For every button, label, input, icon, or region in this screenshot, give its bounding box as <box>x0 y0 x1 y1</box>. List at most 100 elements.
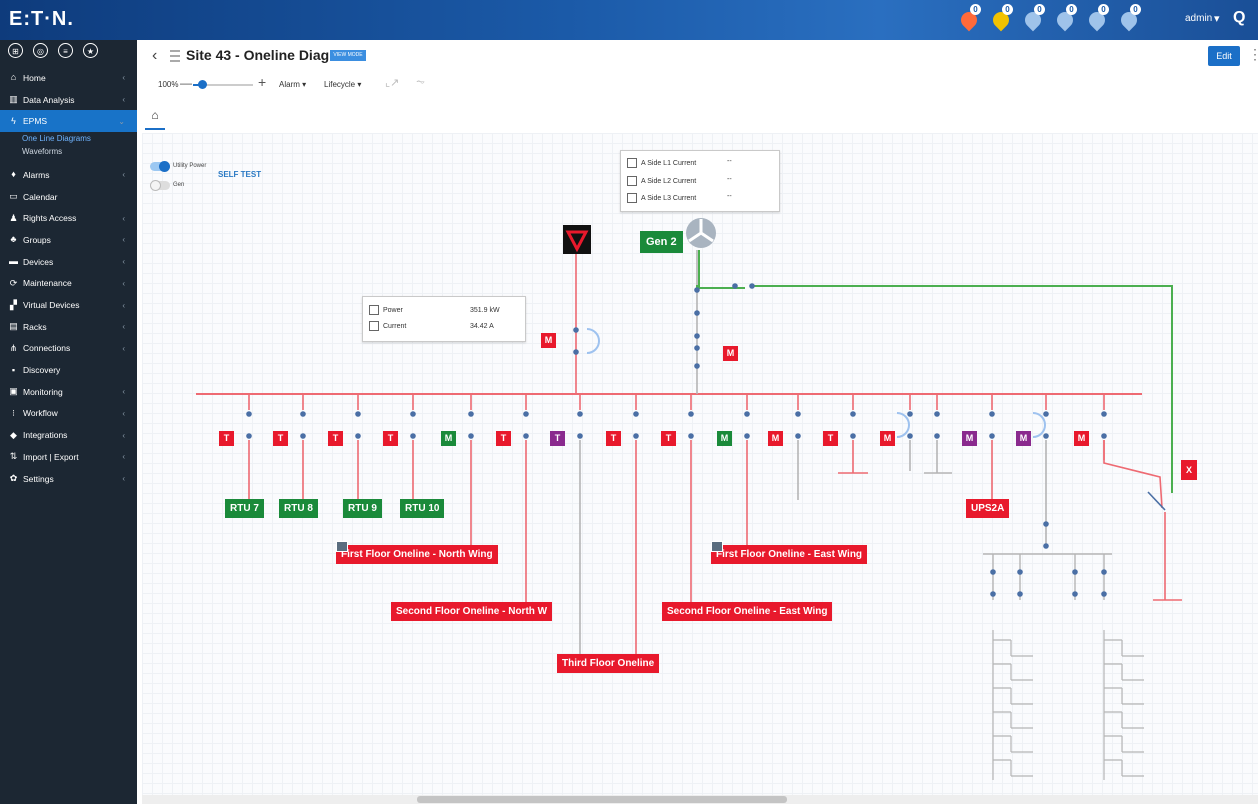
zoom-in-button[interactable]: + <box>258 74 266 90</box>
breaker-m-14[interactable]: M <box>1016 431 1031 446</box>
chevron-icon: ‹ <box>122 452 125 462</box>
x-box[interactable]: X <box>1181 460 1197 480</box>
breaker-m-9[interactable]: M <box>717 431 732 446</box>
breaker-t-1[interactable]: T <box>273 431 288 446</box>
breaker-m-13[interactable]: M <box>962 431 977 446</box>
zoom-out-button[interactable]: — <box>180 76 192 90</box>
sidebar-item-label: Settings <box>23 473 54 484</box>
breaker-t-6[interactable]: T <box>550 431 565 446</box>
breaker-t-3[interactable]: T <box>383 431 398 446</box>
self-test-button[interactable]: SELF TEST <box>218 170 261 179</box>
current-row[interactable]: A Side L3 Current <box>627 193 696 203</box>
star-icon[interactable]: ★ <box>83 43 98 58</box>
home-tab-icon[interactable]: ⌂ <box>145 108 165 128</box>
list-icon[interactable]: ≡ <box>58 43 73 58</box>
chevron-icon: ‹ <box>122 408 125 418</box>
current-value: -- <box>727 158 732 165</box>
breaker-t-8[interactable]: T <box>661 431 676 446</box>
gen-toggle[interactable] <box>150 180 170 191</box>
breaker-t-11[interactable]: T <box>823 431 838 446</box>
sidebar-item-alarms[interactable]: ♦ Alarms ‹ <box>0 164 137 186</box>
compass-icon[interactable]: ◎ <box>33 43 48 58</box>
chevron-down-icon[interactable]: ▾ <box>1214 12 1220 25</box>
zoom-slider[interactable] <box>193 80 253 89</box>
sidebar-item-connections[interactable]: ⋔ Connections ‹ <box>0 338 137 360</box>
checkbox[interactable] <box>627 176 637 186</box>
sidebar-item-label: Connections <box>23 343 71 354</box>
rtu-label[interactable]: RTU 7 <box>225 499 264 518</box>
rtu-label[interactable]: RTU 9 <box>343 499 382 518</box>
floor-second-east[interactable]: Second Floor Oneline - East Wing <box>662 602 833 621</box>
sidebar-item-rights-access[interactable]: ♟ Rights Access ‹ <box>0 207 137 229</box>
gen-2-label[interactable]: Gen 2 <box>640 231 683 253</box>
line-chart-icon[interactable]: ⌞↗ <box>385 76 399 89</box>
utility-power-label: Utility Power <box>173 163 207 169</box>
checkbox[interactable] <box>369 305 379 315</box>
breaker-t-5[interactable]: T <box>496 431 511 446</box>
diagram-canvas[interactable] <box>142 133 1258 795</box>
rtu-label[interactable]: RTU 8 <box>279 499 318 518</box>
sidebar-item-settings[interactable]: ✿ Settings ‹ <box>0 468 137 490</box>
sidebar: ⊞ ◎ ≡ ★ ⌂ Home ‹ ▥ Data Analysis ‹ ϟ EPMS ⌄ One L… <box>0 40 137 804</box>
breaker-t-2[interactable]: T <box>328 431 343 446</box>
chevron-icon: ‹ <box>122 257 125 267</box>
breaker-m-12[interactable]: M <box>880 431 895 446</box>
breaker-m-10[interactable]: M <box>768 431 783 446</box>
breaker-t-0[interactable]: T <box>219 431 234 446</box>
more-vert-icon[interactable]: ⋮ <box>1248 46 1258 63</box>
sidebar-item-calendar[interactable]: ▭ Calendar <box>0 186 137 208</box>
breaker-m-15[interactable]: M <box>1074 431 1089 446</box>
sidebar-item-label: Virtual Devices <box>23 300 80 311</box>
lifecycle-dropdown[interactable]: Lifecycle ▾ <box>324 80 361 89</box>
chevron-icon: ‹ <box>122 474 125 484</box>
scrollbar-thumb[interactable] <box>417 796 787 803</box>
sidebar-item-maintenance[interactable]: ⟳ Maintenance ‹ <box>0 273 137 295</box>
view-mode-badge: VIEW MODE <box>330 50 366 61</box>
sidebar-item-devices[interactable]: ▬ Devices ‹ <box>0 251 137 273</box>
sidebar-item-virtual-devices[interactable]: ▞ Virtual Devices ‹ <box>0 294 137 316</box>
sidebar-item-home[interactable]: ⌂ Home ‹ <box>0 67 137 89</box>
sidebar-item-workflow[interactable]: ⁝ Workflow ‹ <box>0 403 137 425</box>
sidebar-item-groups[interactable]: ♣ Groups ‹ <box>0 229 137 251</box>
alarm-dropdown[interactable]: Alarm ▾ <box>279 80 306 89</box>
apps-icon[interactable]: ⊞ <box>8 43 23 58</box>
sidebar-item-import-export[interactable]: ⇅ Import | Export ‹ <box>0 446 137 468</box>
hamburger-icon[interactable] <box>170 50 180 62</box>
meter-gen[interactable]: M <box>723 346 738 361</box>
gen-label: Gen <box>173 182 185 188</box>
sidebar-item-integrations[interactable]: ◆ Integrations ‹ <box>0 424 137 446</box>
sidebar-subitem[interactable]: Waveforms <box>0 145 137 158</box>
zoom-slider-thumb[interactable] <box>198 80 207 89</box>
current-row[interactable]: Current <box>369 321 406 331</box>
checkbox[interactable] <box>627 158 637 168</box>
floor-second-north[interactable]: Second Floor Oneline - North W <box>391 602 553 621</box>
checkbox[interactable] <box>369 321 379 331</box>
floor-third[interactable]: Third Floor Oneline <box>557 654 660 673</box>
breaker-t-7[interactable]: T <box>606 431 621 446</box>
edit-button[interactable]: Edit <box>1208 46 1240 66</box>
sidebar-item-epms[interactable]: ϟ EPMS ⌄ <box>0 110 137 133</box>
rtu-label[interactable]: RTU 10 <box>400 499 445 518</box>
checkbox[interactable] <box>627 193 637 203</box>
floor-first-east[interactable]: First Floor Oneline - East Wing <box>711 545 868 564</box>
meter-main[interactable]: M <box>541 333 556 348</box>
floor-first-north[interactable]: First Floor Oneline - North Wing <box>336 545 498 564</box>
sidebar-item-racks[interactable]: ▤ Racks ‹ <box>0 316 137 338</box>
current-row[interactable]: A Side L1 Current <box>627 158 696 168</box>
horizontal-scrollbar[interactable] <box>142 795 1258 804</box>
pulse-icon[interactable]: ⏦ <box>416 76 425 89</box>
discovery-icon: ▪ <box>11 364 16 375</box>
utility-power-toggle[interactable] <box>150 161 170 172</box>
sidebar-subitem[interactable]: One Line Diagrams <box>0 132 137 145</box>
sidebar-item-discovery[interactable]: ▪ Discovery <box>0 359 137 381</box>
home-icon: ⌂ <box>10 72 17 83</box>
sidebar-item-monitoring[interactable]: ▣ Monitoring ‹ <box>0 381 137 403</box>
ups-label[interactable]: UPS2A <box>966 499 1010 518</box>
user-name[interactable]: admin <box>1185 13 1212 24</box>
sidebar-item-data-analysis[interactable]: ▥ Data Analysis ‹ <box>0 89 137 111</box>
power-row[interactable]: Power <box>369 305 403 315</box>
search-icon[interactable]: Q <box>1233 9 1245 27</box>
current-row[interactable]: A Side L2 Current <box>627 176 696 186</box>
back-arrow-icon[interactable]: ‹ <box>152 47 157 65</box>
breaker-m-4[interactable]: M <box>441 431 456 446</box>
